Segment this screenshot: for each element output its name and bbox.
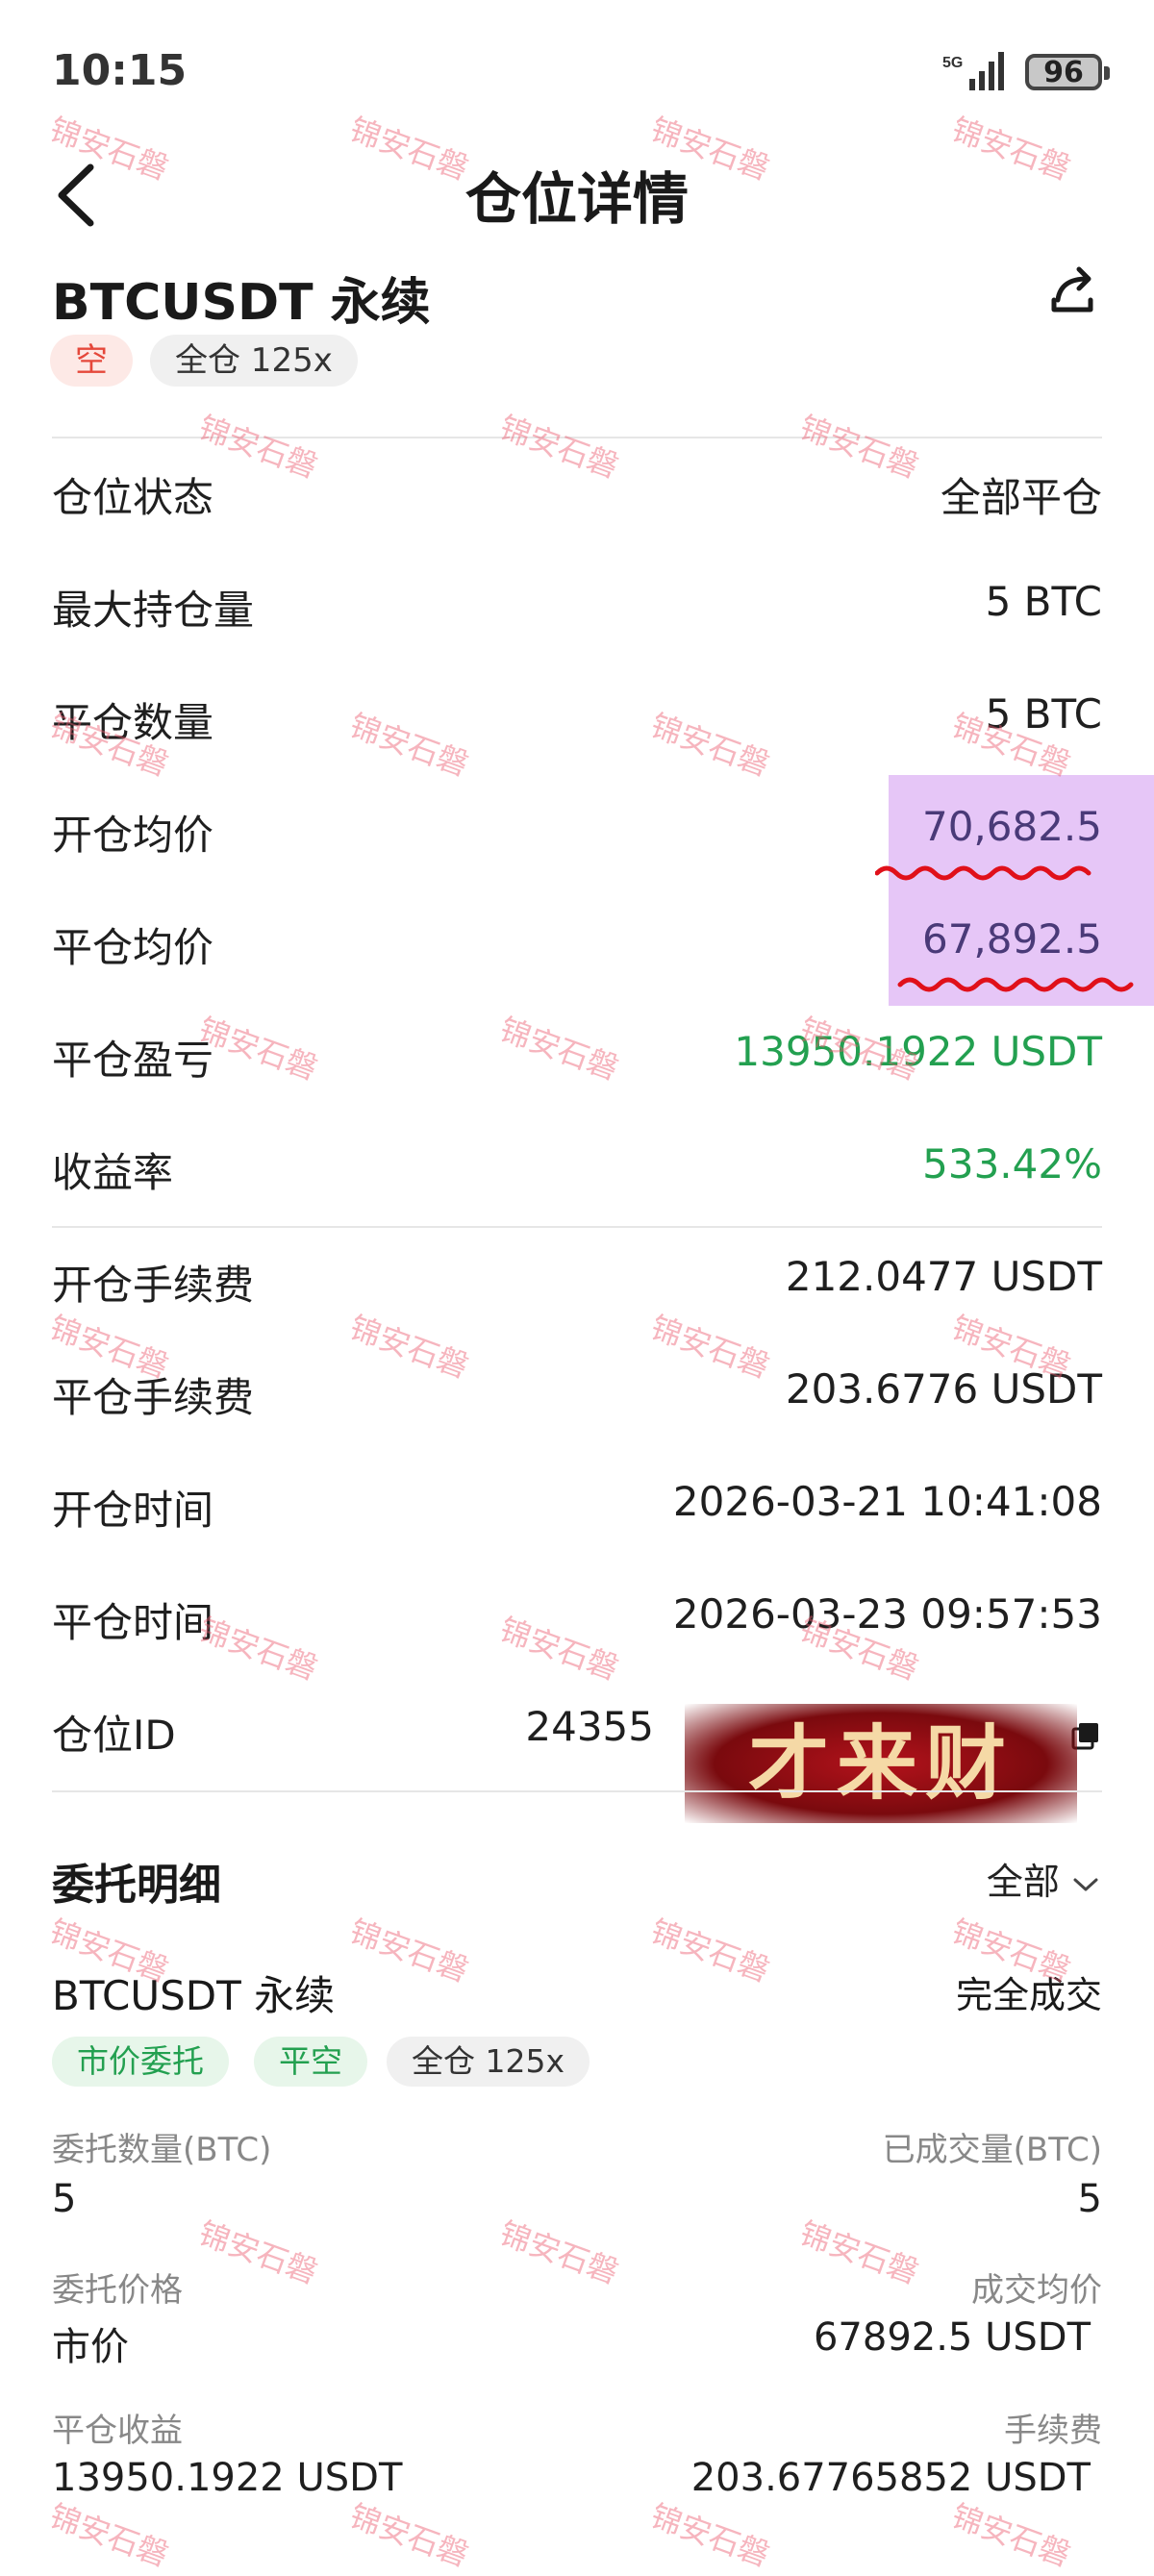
row-value-roi: 533.42% xyxy=(922,1140,1102,1188)
order-filter-dropdown[interactable]: 全部 xyxy=(987,1852,1100,1905)
row-value-close-avg: 67,892.5 xyxy=(921,915,1102,963)
order-pnl-value: 13950.1922 USDT xyxy=(52,2456,403,2500)
page-title: 仓位详情 xyxy=(464,166,689,232)
order-fee-value: 203.67765852 USDT xyxy=(690,2456,1091,2500)
order-filter-label: 全部 xyxy=(986,1861,1060,1903)
row-label-open-time: 开仓时间 xyxy=(52,1487,214,1534)
section-title-orders: 委托明细 xyxy=(52,1861,221,1910)
order-price-value: 市价 xyxy=(52,2325,129,2369)
status-time: 10:15 xyxy=(52,46,188,95)
watermark: 锦安石磐 xyxy=(44,2497,173,2574)
watermark: 锦安石磐 xyxy=(645,2497,774,2574)
order-avg-label: 成交均价 xyxy=(971,2271,1102,2310)
order-tag-type: 市价委托 xyxy=(52,2037,229,2087)
row-value-status: 全部平仓 xyxy=(940,474,1102,521)
order-fee-label: 手续费 xyxy=(1004,2412,1102,2450)
row-label-roi: 收益率 xyxy=(52,1149,174,1196)
watermark: 锦安石磐 xyxy=(494,2214,623,2291)
row-value-close-time: 2026-03-23 09:57:53 xyxy=(672,1590,1102,1638)
watermark: 锦安石磐 xyxy=(946,2497,1075,2574)
watermark: 锦安石磐 xyxy=(645,707,774,784)
watermark: 锦安石磐 xyxy=(494,1611,623,1688)
order-status: 完全成交 xyxy=(955,1974,1102,2016)
row-label-position-id: 仓位ID xyxy=(52,1712,176,1759)
row-label-max-qty: 最大持仓量 xyxy=(52,587,255,634)
row-value-realized-pnl: 13950.1922 USDT xyxy=(734,1028,1102,1075)
fortune-sticker: 才来财 xyxy=(685,1704,1077,1823)
watermark: 锦安石磐 xyxy=(344,1913,473,1989)
side-tag: 空 xyxy=(50,335,133,387)
row-label-close-qty: 平仓数量 xyxy=(52,699,214,746)
chevron-down-icon xyxy=(1073,1878,1098,1890)
red-underline-annotation xyxy=(897,977,1134,992)
row-value-close-fee: 203.6776 USDT xyxy=(785,1365,1102,1413)
row-value-position-id: 24355 xyxy=(525,1703,654,1750)
row-value-open-time: 2026-03-21 10:41:08 xyxy=(672,1478,1102,1525)
row-label-close-time: 平仓时间 xyxy=(52,1599,214,1646)
order-tag-action: 平空 xyxy=(254,2037,367,2087)
watermark: 锦安石磐 xyxy=(193,2214,322,2291)
order-tag-margin: 全仓 125x xyxy=(387,2037,590,2087)
margin-tag: 全仓 125x xyxy=(150,335,358,387)
row-label-open-avg: 开仓均价 xyxy=(52,812,214,859)
share-icon[interactable] xyxy=(1044,262,1100,317)
order-qty-value: 5 xyxy=(52,2177,77,2221)
position-symbol: BTCUSDT 永续 xyxy=(52,274,431,332)
row-value-close-qty: 5 BTC xyxy=(985,690,1102,738)
row-label-realized-pnl: 平仓盈亏 xyxy=(52,1037,214,1084)
watermark: 锦安石磐 xyxy=(645,1913,774,1989)
divider xyxy=(52,1790,1102,1792)
order-filled-value: 5 xyxy=(1077,2177,1102,2221)
watermark: 锦安石磐 xyxy=(344,2497,473,2574)
divider xyxy=(52,1226,1102,1228)
watermark: 锦安石磐 xyxy=(645,1309,774,1386)
watermark: 锦安石磐 xyxy=(344,707,473,784)
row-label-open-fee: 开仓手续费 xyxy=(52,1262,255,1309)
watermark: 锦安石磐 xyxy=(494,1011,623,1088)
red-underline-annotation xyxy=(875,865,1091,881)
row-value-open-fee: 212.0477 USDT xyxy=(785,1253,1102,1300)
watermark: 锦安石磐 xyxy=(794,409,923,486)
order-filled-label: 已成交量(BTC) xyxy=(882,2131,1102,2169)
row-value-open-avg: 70,682.5 xyxy=(921,803,1102,850)
watermark: 锦安石磐 xyxy=(794,2214,923,2291)
order-symbol: BTCUSDT 永续 xyxy=(52,1972,336,2019)
row-value-max-qty: 5 BTC xyxy=(985,578,1102,625)
row-label-close-fee: 平仓手续费 xyxy=(52,1374,255,1421)
signal-icon: 5G xyxy=(942,52,1004,90)
row-label-status: 仓位状态 xyxy=(52,474,214,521)
row-label-close-avg: 平仓均价 xyxy=(52,924,214,971)
battery-icon: 96 xyxy=(1025,54,1110,90)
network-type: 5G xyxy=(942,55,963,71)
watermark: 锦安石磐 xyxy=(344,1309,473,1386)
order-price-label: 委托价格 xyxy=(52,2271,183,2310)
order-avg-value: 67892.5 USDT xyxy=(813,2315,1091,2360)
order-qty-label: 委托数量(BTC) xyxy=(52,2131,272,2169)
divider xyxy=(52,437,1102,438)
order-pnl-label: 平仓收益 xyxy=(52,2412,183,2450)
watermark: 锦安石磐 xyxy=(494,409,623,486)
